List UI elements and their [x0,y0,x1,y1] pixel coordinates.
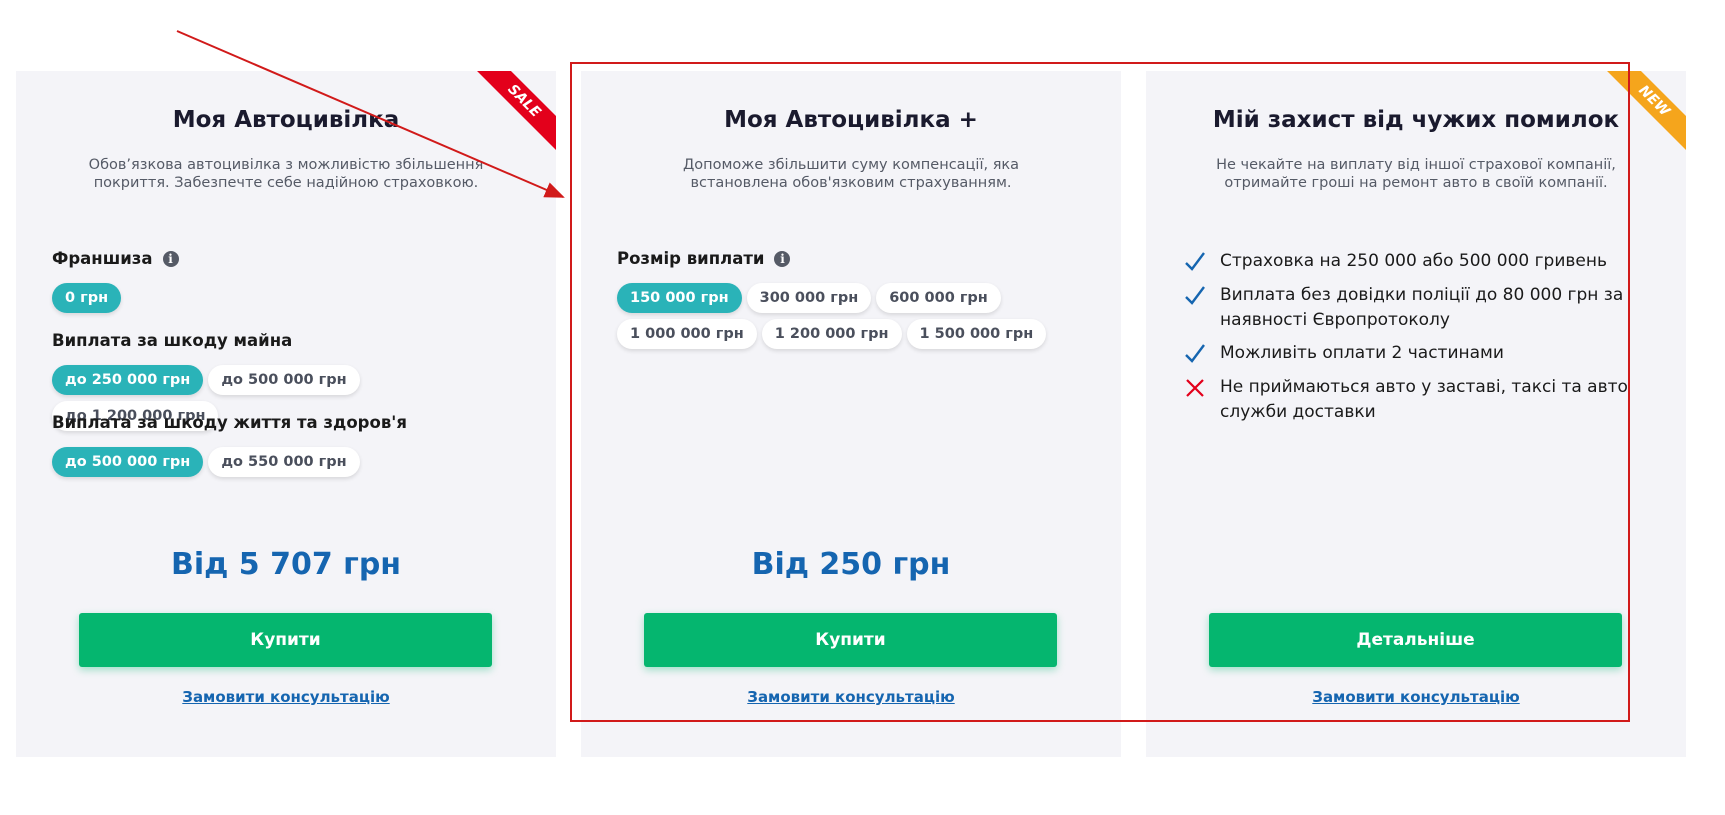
price: Від 250 грн [751,547,951,582]
option-pill[interactable]: до 500 000 грн [52,447,204,477]
payout-size-label-text: Розмір виплати [617,249,765,268]
option-pill[interactable]: 1 500 000 грн [906,319,1047,349]
feature-text: Можливіть оплати 2 частинами [1220,343,1504,363]
property-damage-label: Виплата за шкоду майна [52,331,293,350]
feature-text: Виплата без довідки поліції до 80 000 гр… [1220,285,1624,330]
card-title: Моя Автоцивілка [172,107,400,133]
card-description: Не чекайте на виплату від іншої страхово… [1216,157,1616,191]
health-damage-label: Виплата за шкоду життя та здоров'я [52,413,407,432]
option-pill[interactable]: 600 000 грн [876,283,1001,313]
order-consultation-link[interactable]: Замовити консультацію [1146,688,1686,706]
check-icon [1185,286,1205,305]
order-consultation-link[interactable]: Замовити консультацію [581,688,1121,706]
price: Від 5 707 грн [170,547,402,582]
option-pill[interactable]: до 250 000 грн [52,365,204,395]
product-card-autocivilka-plus: Моя Автоцивілка + Допоможе збільшити сум… [581,71,1121,757]
card-description: Допоможе збільшити суму компенсації, яка… [682,157,1020,191]
buy-button[interactable]: Купити [644,613,1057,667]
option-pill[interactable]: 150 000 грн [617,283,742,313]
feature-item: Не приймаються авто у заставі, таксі та … [1182,375,1652,425]
option-pill[interactable]: 1 000 000 грн [617,319,757,349]
option-pill[interactable]: 1 200 000 грн [761,319,902,349]
card-description: Обов’язкова автоцивілка з можливістю збі… [88,157,484,191]
card-title: Моя Автоцивілка + [724,107,978,133]
option-pill[interactable]: 0 грн [52,283,122,313]
card-title: Мій захист від чужих помилок [1212,107,1620,133]
payout-size-label: Розмір виплати i [617,249,791,268]
check-icon [1185,252,1205,271]
option-pill[interactable]: до 550 000 грн [208,447,360,477]
feature-item: Виплата без довідки поліції до 80 000 гр… [1182,283,1652,333]
feature-list: Страховка на 250 000 або 500 000 гривень… [1182,249,1652,433]
option-pill[interactable]: до 500 000 грн [208,365,360,395]
buy-button[interactable]: Купити [79,613,492,667]
option-pill[interactable]: 300 000 грн [746,283,872,313]
feature-item: Можливіть оплати 2 частинами [1182,341,1652,367]
feature-text: Страховка на 250 000 або 500 000 гривень [1220,251,1607,271]
info-icon[interactable]: i [774,250,791,267]
franchise-label: Франшиза i [52,249,179,268]
feature-text: Не приймаються авто у заставі, таксі та … [1220,377,1628,422]
info-icon[interactable]: i [162,250,179,267]
health-damage-options: до 500 000 грн до 550 000 грн [52,447,522,477]
franchise-options: 0 грн [52,283,522,313]
cross-icon [1186,379,1204,397]
feature-item: Страховка на 250 000 або 500 000 гривень [1182,249,1652,275]
order-consultation-link[interactable]: Замовити консультацію [16,688,556,706]
details-button[interactable]: Детальніше [1209,613,1622,667]
product-card-autocivilka: SALE Моя Автоцивілка Обов’язкова автоцив… [16,71,556,757]
franchise-label-text: Франшиза [52,249,153,268]
product-card-protection: NEW Мій захист від чужих помилок Не чека… [1146,71,1686,757]
check-icon [1185,344,1205,363]
payout-size-options: 150 000 грн 300 000 грн 600 000 грн 1 00… [617,283,1087,349]
